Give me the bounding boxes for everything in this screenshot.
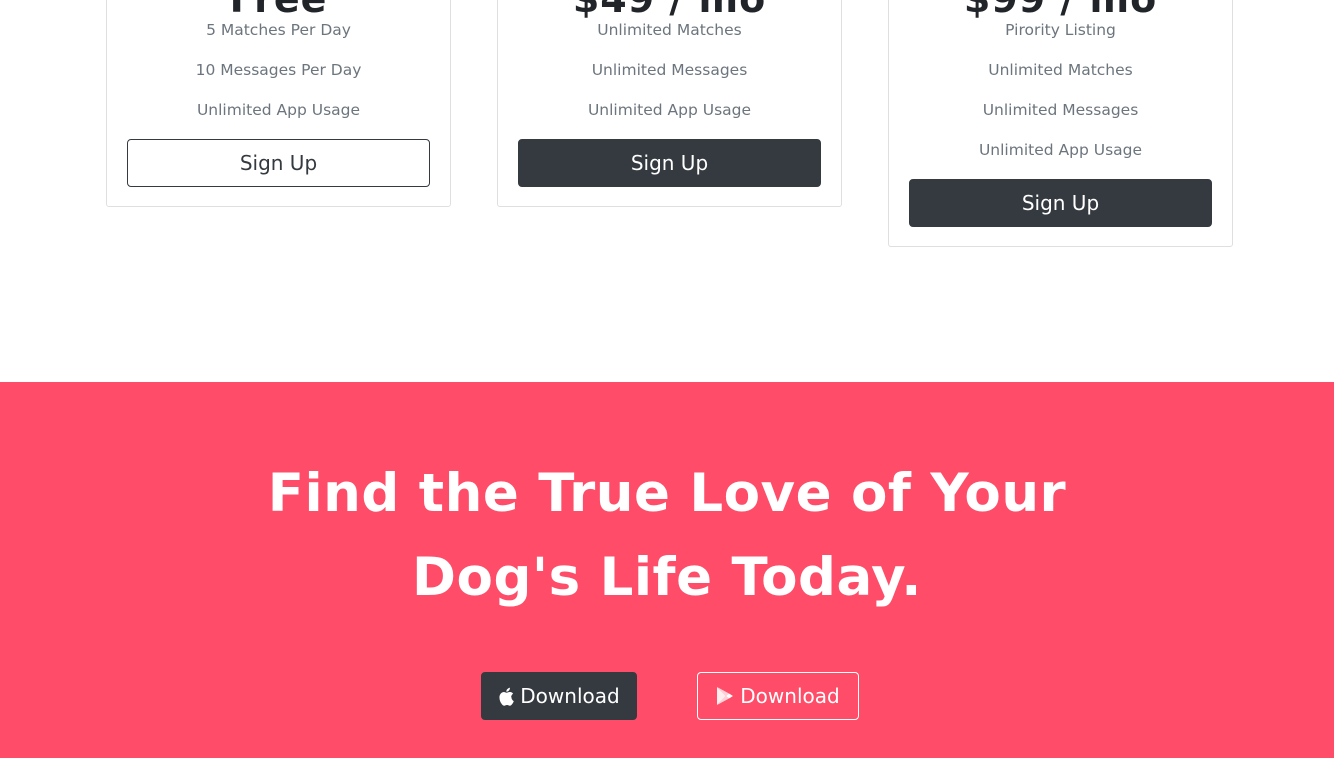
feature-list: Unlimited Matches Unlimited Messages Unl… — [498, 17, 841, 137]
sign-up-button-premium[interactable]: Sign Up — [909, 179, 1212, 227]
cta-title-line-2: Dog's Life Today. — [412, 547, 922, 608]
feature-item: Unlimited Matches — [988, 61, 1133, 79]
pricing-card-standard: $49 / mo Unlimited Matches Unlimited Mes… — [497, 0, 842, 207]
feature-item: Unlimited App Usage — [978, 141, 1143, 159]
pricing-section: Free 5 Matches Per Day 10 Messages Per D… — [0, 0, 1334, 382]
cta-title-line-1: Find the True Love of Your — [267, 463, 1067, 524]
apple-download-button[interactable]: Download — [481, 672, 637, 720]
pricing-card-premium: $99 / mo Pirority Listing Unlimited Matc… — [888, 0, 1233, 247]
feature-item: Unlimited Messages — [591, 61, 748, 79]
feature-item: 10 Messages Per Day — [195, 61, 362, 79]
apple-download-label: Download — [520, 684, 620, 708]
sign-up-button-standard[interactable]: Sign Up — [518, 139, 821, 187]
feature-item: Unlimited Messages — [982, 101, 1139, 119]
sign-up-button-free[interactable]: Sign Up — [127, 139, 430, 187]
google-play-download-button[interactable]: Download — [697, 672, 859, 720]
feature-item: Pirority Listing — [1005, 21, 1116, 39]
google-play-icon — [716, 686, 734, 706]
feature-item: Unlimited App Usage — [196, 101, 361, 119]
feature-item: Unlimited App Usage — [587, 101, 752, 119]
apple-icon — [498, 687, 515, 706]
cta-title: Find the True Love of Your Dog's Life To… — [0, 452, 1334, 620]
google-play-download-label: Download — [740, 684, 840, 708]
feature-item: Unlimited Matches — [597, 21, 742, 39]
feature-item: 5 Matches Per Day — [206, 21, 351, 39]
pricing-card-free: Free 5 Matches Per Day 10 Messages Per D… — [106, 0, 451, 207]
feature-list: 5 Matches Per Day 10 Messages Per Day Un… — [107, 17, 450, 137]
feature-list: Pirority Listing Unlimited Matches Unlim… — [889, 17, 1232, 177]
cta-section: Find the True Love of Your Dog's Life To… — [0, 382, 1334, 758]
